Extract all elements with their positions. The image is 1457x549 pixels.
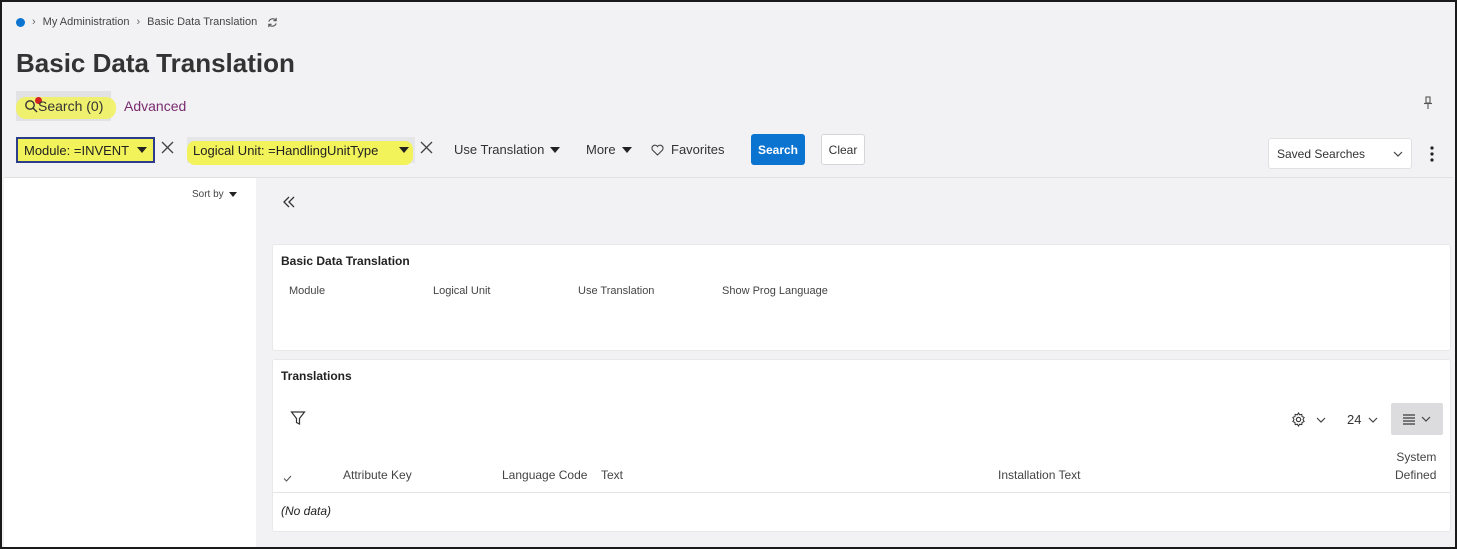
logical-unit-filter-label: Logical Unit: =HandlingUnitType <box>193 142 379 158</box>
module-filter-label: Module: =INVENT <box>24 142 130 158</box>
sort-by-menu[interactable]: Sort by <box>192 189 237 200</box>
kebab-icon[interactable] <box>1430 146 1434 167</box>
caret-down-icon <box>228 192 237 197</box>
field-label-logical-unit: Logical Unit <box>433 285 491 297</box>
basic-data-translation-card: Basic Data Translation Module Logical Un… <box>272 244 1451 351</box>
page-size-value: 24 <box>1347 412 1362 427</box>
clear-button[interactable]: Clear <box>821 134 865 165</box>
close-icon[interactable] <box>161 141 174 159</box>
column-header-system-defined-line2: Defined <box>1395 468 1437 482</box>
breadcrumb: › My Administration › Basic Data Transla… <box>16 16 278 28</box>
sort-by-label: Sort by <box>192 189 224 200</box>
saved-searches-dropdown[interactable]: Saved Searches <box>1268 138 1412 169</box>
column-header-system-defined-line1: System <box>1396 450 1437 464</box>
favorites-label: Favorites <box>671 142 725 157</box>
translations-card: Translations 24 Attribute Key Language C… <box>272 359 1451 532</box>
table-settings-menu[interactable] <box>1291 412 1326 427</box>
chevron-down-icon <box>1369 417 1378 423</box>
page-size-select[interactable]: 24 <box>1347 412 1378 427</box>
more-filters-menu[interactable]: More <box>586 142 632 157</box>
column-header-installation-text[interactable]: Installation Text <box>998 468 1081 482</box>
logical-unit-filter-chip[interactable]: Logical Unit: =HandlingUnitType <box>187 137 415 165</box>
card-title: Basic Data Translation <box>281 254 410 268</box>
column-header-system-defined[interactable]: System Defined <box>1395 450 1436 482</box>
breadcrumb-item-basic-data-translation[interactable]: Basic Data Translation <box>147 16 257 28</box>
search-button[interactable]: Search <box>751 134 805 165</box>
pin-icon[interactable] <box>1423 96 1433 115</box>
caret-down-icon <box>550 146 561 153</box>
filter-icon[interactable] <box>290 410 306 431</box>
use-translation-label: Use Translation <box>454 142 545 157</box>
more-label: More <box>586 142 616 157</box>
divider <box>273 492 1450 493</box>
column-header-text[interactable]: Text <box>601 468 623 482</box>
page-title: Basic Data Translation <box>16 48 295 78</box>
list-view-icon <box>1403 413 1415 425</box>
use-translation-filter[interactable]: Use Translation <box>454 142 561 157</box>
module-filter-chip[interactable]: Module: =INVENT <box>16 137 155 163</box>
chevron-down-icon <box>1421 416 1431 422</box>
field-label-use-translation: Use Translation <box>578 285 655 297</box>
caret-down-icon <box>137 147 147 153</box>
search-tab-label: Search (0) <box>38 98 104 114</box>
chevron-down-icon <box>1316 417 1326 423</box>
home-dot-icon[interactable] <box>16 17 25 27</box>
view-mode-toggle[interactable] <box>1391 403 1443 435</box>
refresh-icon[interactable] <box>267 17 278 28</box>
heart-icon <box>651 144 664 156</box>
column-header-attribute-key[interactable]: Attribute Key <box>343 468 412 482</box>
app-window: › My Administration › Basic Data Transla… <box>0 0 1457 549</box>
favorites-button[interactable]: Favorites <box>651 142 724 157</box>
caret-down-icon <box>621 146 632 153</box>
breadcrumb-item-my-administration[interactable]: My Administration <box>43 16 130 28</box>
select-all-check-icon[interactable] <box>283 473 292 485</box>
card-title: Translations <box>281 369 352 383</box>
field-label-show-prog-language: Show Prog Language <box>722 285 828 297</box>
gear-icon <box>1292 412 1305 427</box>
column-header-language-code[interactable]: Language Code <box>502 468 587 482</box>
chevron-right-icon: › <box>136 16 141 28</box>
close-icon[interactable] <box>420 141 433 159</box>
advanced-tab[interactable]: Advanced <box>124 98 186 114</box>
caret-down-icon <box>399 147 409 153</box>
field-label-module: Module <box>289 285 326 297</box>
empty-table-message: (No data) <box>281 504 332 518</box>
chevron-right-icon: › <box>32 16 36 28</box>
double-chevron-left-icon[interactable] <box>283 195 295 213</box>
chevron-down-icon <box>1393 151 1403 157</box>
side-panel: Sort by <box>4 178 256 547</box>
search-tab[interactable]: Search (0) <box>16 91 116 121</box>
saved-searches-label: Saved Searches <box>1277 146 1366 161</box>
